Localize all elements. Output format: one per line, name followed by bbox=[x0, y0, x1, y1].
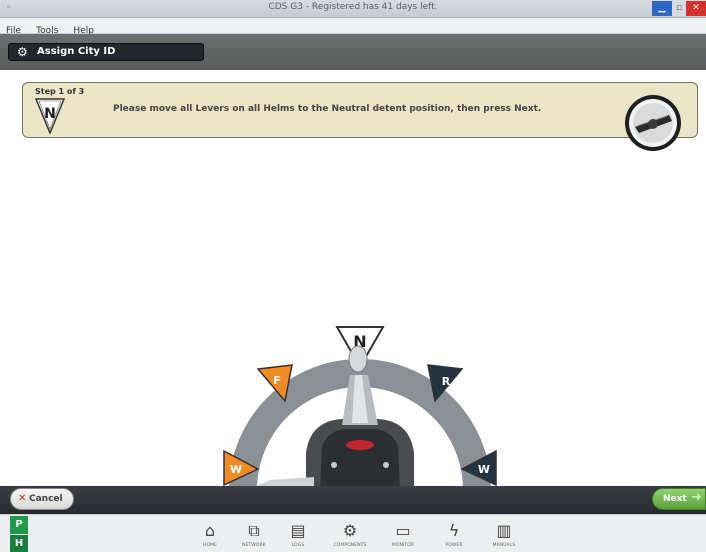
step-label: Step 1 of 3 bbox=[35, 87, 85, 96]
gear-icon: ⚙ bbox=[17, 45, 28, 59]
logs-icon: ▤ bbox=[290, 521, 306, 540]
page-title: Assign City ID bbox=[37, 46, 116, 57]
nav-power-label: POWER bbox=[445, 543, 463, 548]
lever-illustration: N F R W W bbox=[210, 325, 510, 490]
cancel-x-icon: ✕ bbox=[18, 493, 27, 504]
cancel-label: Cancel bbox=[29, 494, 63, 504]
page-title-tab: ⚙ Assign City ID bbox=[8, 43, 204, 61]
nav-power[interactable]: ϟ POWER bbox=[428, 519, 480, 548]
app-window: ◦ CDS G3 - Registered has 41 days left. … bbox=[0, 0, 706, 552]
cancel-button[interactable]: ✕ Cancel bbox=[10, 488, 74, 510]
nav-manuals-label: MANUALS bbox=[492, 543, 516, 548]
nav-components[interactable]: ⚙ COMPONENTS bbox=[324, 519, 376, 548]
nav-logs-label: LOGS bbox=[291, 543, 305, 548]
nav-manuals[interactable]: ▥ MANUALS bbox=[478, 519, 530, 548]
monitor-icon: ▭ bbox=[395, 521, 411, 540]
forward-marker-letter: F bbox=[273, 374, 281, 387]
close-icon[interactable]: ✕ bbox=[686, 1, 706, 16]
nav-monitor-label: MONITOR bbox=[391, 543, 415, 548]
maximize-icon[interactable]: ▫ bbox=[672, 1, 686, 16]
next-label: Next bbox=[663, 494, 687, 504]
page-header: ⚙ Assign City ID bbox=[0, 34, 706, 70]
reverse-marker-letter: R bbox=[442, 375, 451, 388]
wide-open-forward-marker-letter: W bbox=[230, 463, 242, 476]
neutral-badge-icon: N bbox=[34, 98, 66, 138]
action-bar: ✕ Cancel Next ➜ bbox=[0, 486, 706, 514]
menu-bar: File Tools Help bbox=[0, 18, 706, 36]
manuals-icon: ▥ bbox=[496, 521, 512, 540]
next-button[interactable]: Next ➜ bbox=[652, 488, 706, 510]
nav-logs[interactable]: ▤ LOGS bbox=[272, 519, 324, 548]
helm-knob-icon bbox=[623, 93, 683, 157]
window-title: CDS G3 - Registered has 41 days left. bbox=[268, 2, 438, 12]
nav-monitor[interactable]: ▭ MONITOR bbox=[377, 519, 429, 548]
components-icon: ⚙ bbox=[342, 521, 358, 540]
wide-open-reverse-marker-letter: W bbox=[478, 463, 490, 476]
nav-components-label: COMPONENTS bbox=[333, 543, 367, 548]
step-banner: Step 1 of 3 N Please move all Levers on … bbox=[22, 82, 698, 151]
power-icon: ϟ bbox=[448, 521, 460, 540]
step-instruction: Please move all Levers on all Helms to t… bbox=[113, 104, 542, 114]
mode-p-button[interactable]: P bbox=[10, 516, 28, 534]
mode-h-button[interactable]: H bbox=[10, 535, 28, 552]
next-arrow-icon: ➜ bbox=[691, 490, 702, 505]
bottom-nav: P H ⌂ HOME ⧉ NETWORK ▤ LOGS ⚙ COMPONENTS… bbox=[0, 514, 706, 552]
title-bar: ◦ CDS G3 - Registered has 41 days left. … bbox=[0, 0, 706, 18]
minimize-icon[interactable]: ▁ bbox=[652, 1, 672, 16]
neutral-badge-letter: N bbox=[44, 106, 56, 122]
